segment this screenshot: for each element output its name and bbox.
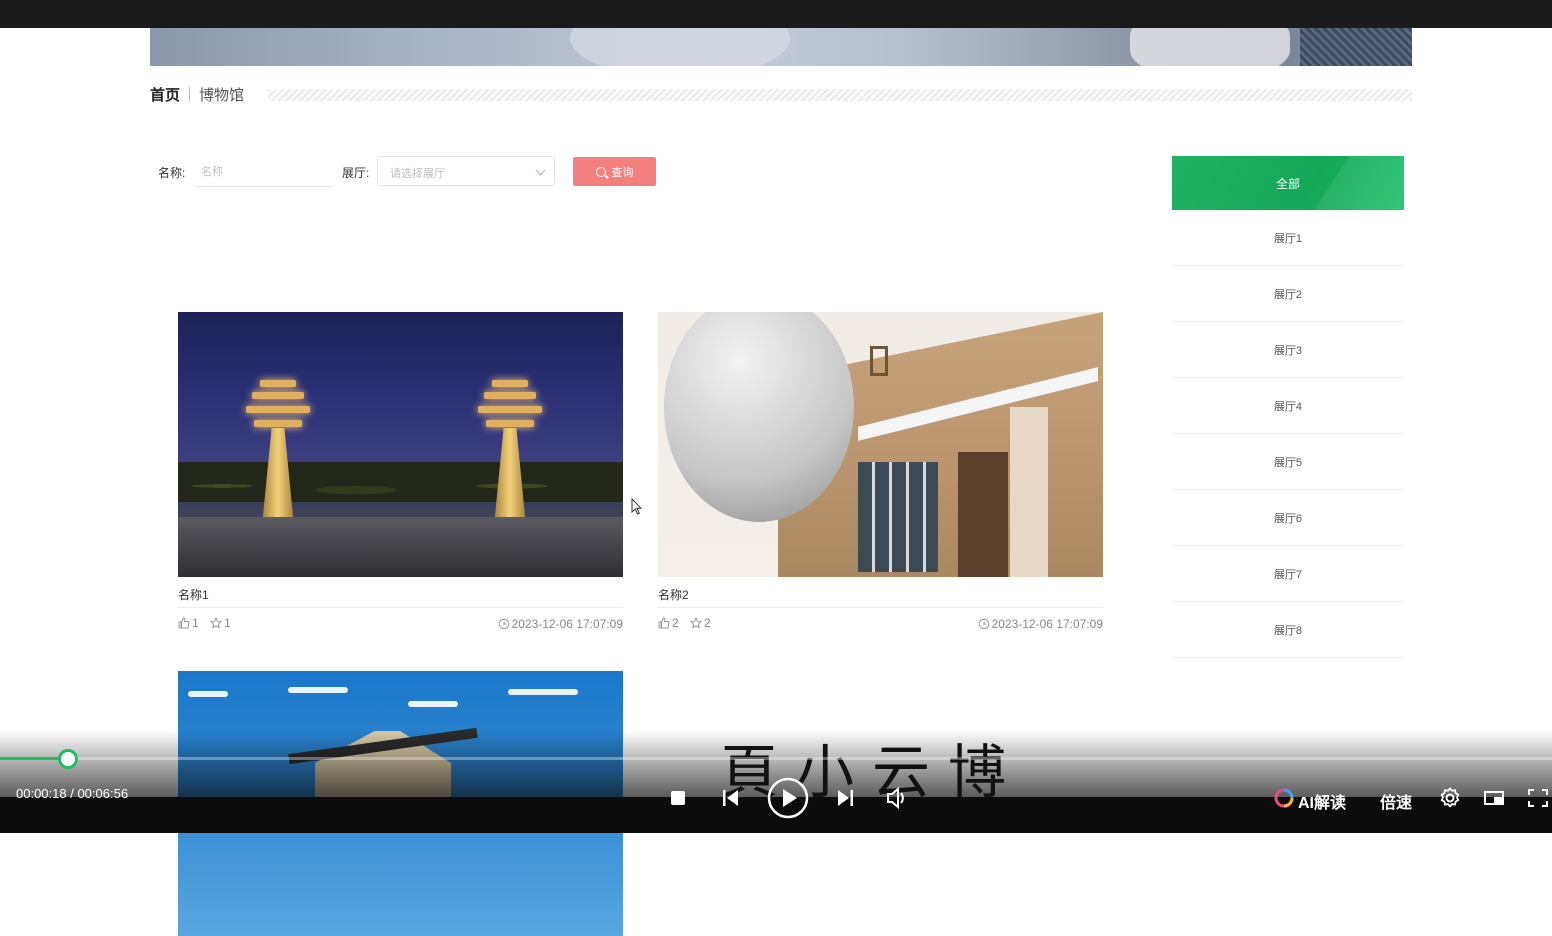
sidebar-item-hall-8[interactable]: 展厅8 — [1172, 602, 1404, 658]
fullscreen-icon[interactable] — [1527, 784, 1549, 812]
settings-icon[interactable] — [1438, 784, 1462, 812]
name-label: 名称: — [158, 166, 186, 180]
publish-time-value: 2023-12-06 17:07:09 — [991, 617, 1103, 631]
publish-time: 2023-12-06 17:07:09 — [978, 616, 1103, 632]
favorite-count[interactable]: 2 — [690, 616, 711, 630]
playback-speed-button[interactable]: 倍速 — [1380, 789, 1412, 813]
search-icon — [595, 166, 606, 177]
publish-time-value: 2023-12-06 17:07:09 — [511, 617, 623, 631]
breadcrumb-divider — [268, 89, 1412, 101]
like-count-value: 2 — [672, 616, 679, 630]
sidebar-item-hall-3[interactable]: 展厅3 — [1172, 322, 1404, 378]
museum-card-meta: 2 2 2023-12-06 17:07:09 — [658, 616, 1103, 632]
play-icon[interactable] — [767, 777, 809, 819]
progress-fill — [0, 757, 67, 760]
sidebar-item-all[interactable]: 全部 — [1172, 156, 1404, 210]
thumbs-up-icon — [178, 617, 190, 629]
previous-icon[interactable] — [720, 784, 740, 812]
museum-card-meta: 1 1 2023-12-06 17:07:09 — [178, 616, 623, 632]
museum-card-image[interactable] — [658, 312, 1103, 577]
favorite-count-value: 2 — [704, 616, 711, 630]
sidebar-item-label: 全部 — [1275, 176, 1300, 191]
museum-card-title[interactable]: 名称2 — [658, 586, 1103, 603]
sidebar-item-hall-6[interactable]: 展厅6 — [1172, 490, 1404, 546]
query-button-label: 查询 — [611, 166, 634, 179]
breadcrumb-home[interactable]: 首页 — [150, 84, 180, 105]
breadcrumb-separator — [189, 87, 191, 101]
mouse-cursor-icon — [631, 497, 643, 515]
stop-icon[interactable] — [670, 784, 686, 812]
hall-select-placeholder: 请选择展厅 — [390, 168, 445, 180]
clock-icon — [978, 618, 989, 630]
picture-in-picture-icon[interactable] — [1482, 784, 1506, 812]
ai-logo-icon — [1274, 788, 1294, 808]
top-bar — [0, 0, 1552, 28]
museum-card[interactable]: 名称1 1 1 2023-12-06 17:07:09 — [178, 312, 623, 632]
publish-time: 2023-12-06 17:07:09 — [498, 616, 623, 632]
favorite-count[interactable]: 1 — [210, 616, 231, 630]
query-button[interactable]: 查询 — [573, 157, 656, 186]
sidebar-item-hall-4[interactable]: 展厅4 — [1172, 378, 1404, 434]
favorite-count-value: 1 — [224, 616, 231, 630]
chevron-down-icon — [535, 165, 546, 176]
star-icon — [690, 617, 703, 629]
hall-select[interactable]: 请选择展厅 — [377, 156, 555, 186]
like-count-value: 1 — [192, 616, 199, 630]
sidebar-item-hall-2[interactable]: 展厅2 — [1172, 266, 1404, 322]
volume-icon[interactable] — [886, 784, 908, 812]
clock-icon — [498, 618, 509, 630]
time-display: 00:00:18 / 00:06:56 — [16, 786, 129, 801]
progress-track[interactable] — [0, 757, 1552, 760]
breadcrumb: 首页 博物馆 — [150, 84, 244, 104]
next-icon[interactable] — [836, 784, 856, 812]
sidebar-item-hall-7[interactable]: 展厅7 — [1172, 546, 1404, 602]
ai-interpret-button[interactable]: AI解读 — [1298, 789, 1346, 813]
museum-card[interactable]: 名称2 2 2 2023-12-06 17:07:09 — [658, 312, 1103, 632]
like-count[interactable]: 2 — [658, 616, 679, 630]
hall-sidebar: 全部 展厅1 展厅2 展厅3 展厅4 展厅5 展厅6 展厅7 展厅8 — [1172, 156, 1404, 658]
name-input[interactable] — [196, 158, 332, 187]
sidebar-item-hall-1[interactable]: 展厅1 — [1172, 210, 1404, 266]
hall-label: 展厅: — [342, 166, 370, 180]
like-count[interactable]: 1 — [178, 616, 199, 630]
museum-card-title[interactable]: 名称1 — [178, 586, 623, 603]
banner-image — [150, 28, 1412, 66]
breadcrumb-current: 博物馆 — [199, 86, 245, 104]
progress-thumb[interactable] — [58, 749, 78, 769]
sidebar-item-hall-5[interactable]: 展厅5 — [1172, 434, 1404, 490]
star-icon — [210, 617, 223, 629]
museum-card-image[interactable] — [178, 312, 623, 577]
thumbs-up-icon — [658, 617, 670, 629]
